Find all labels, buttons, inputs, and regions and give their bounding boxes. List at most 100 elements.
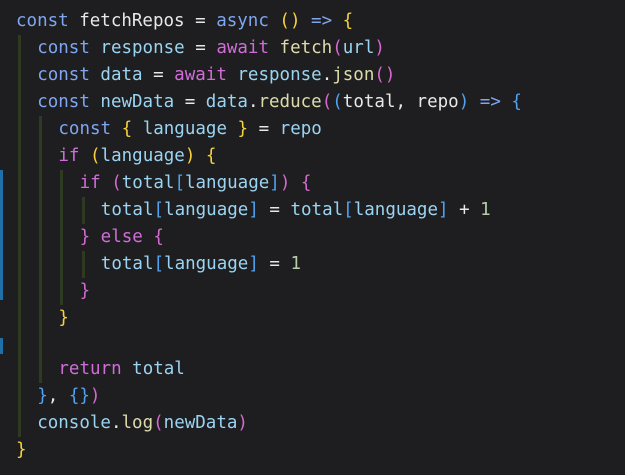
code-line[interactable]: console.log(newData) (37, 410, 248, 436)
code-token: ] (438, 200, 460, 220)
code-line[interactable]: if (total[language]) { (80, 170, 312, 196)
code-token: if (58, 146, 90, 166)
code-token: console (37, 413, 111, 433)
indent-guide (39, 278, 43, 305)
code-token: . (321, 65, 333, 85)
code-token: else (100, 227, 154, 247)
code-line[interactable]: } (16, 437, 27, 463)
code-token: response (237, 65, 322, 85)
code-token: ( (90, 146, 101, 166)
indent-guide (39, 143, 43, 170)
indent-guide (18, 356, 21, 383)
code-token: . (247, 92, 259, 112)
code-token: log (121, 413, 154, 433)
code-token: language (184, 173, 270, 193)
indent-guide (18, 35, 21, 62)
code-token: ) (279, 173, 301, 193)
code-token: async (216, 11, 280, 31)
code-token: fetchRepos (79, 11, 196, 31)
code-line[interactable]: const response = await fetch(url) (37, 35, 385, 61)
code-token: = (195, 11, 217, 31)
code-line[interactable]: return total (58, 356, 184, 382)
code-line[interactable]: } (80, 278, 91, 304)
code-token: ) (237, 413, 248, 433)
indent-guide (18, 89, 21, 116)
code-token: ( (153, 413, 164, 433)
code-token: { (511, 92, 522, 112)
code-token: language (100, 146, 185, 166)
code-token: ] (248, 200, 270, 220)
code-line[interactable]: }, {}) (37, 383, 100, 409)
code-line[interactable]: total[language] = 1 (101, 251, 301, 277)
code-line[interactable]: } (58, 305, 69, 331)
code-token: const (58, 119, 122, 139)
indent-guide (60, 278, 64, 305)
code-line[interactable]: } else { (80, 224, 164, 250)
indent-guide (39, 356, 43, 383)
indent-guide (39, 116, 43, 143)
code-token: response (100, 38, 196, 58)
code-token: ( (321, 92, 333, 112)
code-token: = (195, 38, 217, 58)
code-token: ( (332, 38, 343, 58)
code-token: { (153, 227, 164, 247)
code-token: total (121, 173, 175, 193)
code-token: {} (68, 386, 90, 406)
code-token: 1 (480, 200, 491, 220)
indent-guide (81, 251, 85, 278)
code-token: [ (153, 254, 165, 274)
indent-guide (60, 251, 64, 278)
code-token: fetch (279, 38, 333, 58)
indent-guide (81, 197, 85, 224)
code-line[interactable]: const newData = data.reduce((total, repo… (37, 89, 522, 115)
code-token: ] (269, 173, 280, 193)
code-token: + (459, 200, 481, 220)
git-change-marker (0, 170, 3, 300)
code-token: { (205, 146, 217, 166)
code-token: ) (458, 92, 480, 112)
code-token: } (16, 440, 27, 460)
code-token: = (269, 200, 291, 220)
code-token: } (79, 227, 101, 247)
code-token: total (132, 359, 185, 379)
code-token: ) (89, 386, 101, 406)
code-token: } (37, 386, 48, 406)
code-line[interactable]: if (language) { (58, 143, 216, 169)
code-token: [ (153, 200, 165, 220)
code-line[interactable]: const data = await response.json() (37, 62, 395, 88)
code-token: await (174, 65, 238, 85)
code-token: newData (163, 413, 238, 433)
code-token: total (290, 200, 344, 220)
indent-guide (18, 251, 21, 278)
code-token: ) (374, 38, 385, 58)
code-token: newData (100, 92, 185, 112)
code-line[interactable]: const { language } = repo (58, 116, 321, 142)
code-token: => (479, 92, 512, 112)
code-token: ( (332, 92, 343, 112)
code-line[interactable]: total[language] = total[language] + 1 (101, 197, 491, 223)
indent-guide (18, 410, 21, 437)
indent-guide (39, 330, 43, 357)
code-line[interactable]: const fetchRepos = async () => { (16, 8, 353, 34)
code-token: language (164, 254, 249, 274)
code-editor[interactable]: const fetchRepos = async () => {const re… (0, 0, 625, 475)
git-change-marker (0, 338, 3, 354)
code-token: if (79, 173, 112, 193)
indent-guide (18, 278, 21, 305)
code-token: () (374, 65, 396, 85)
code-token: { (342, 11, 354, 31)
code-token: } (79, 281, 91, 301)
code-token: language (164, 200, 249, 220)
indent-guide (39, 224, 43, 251)
indent-guide (18, 224, 21, 251)
code-token: language (353, 200, 439, 220)
code-token: await (216, 38, 280, 58)
code-token: 1 (290, 254, 302, 274)
indent-guide (18, 143, 21, 170)
code-token: total (100, 200, 154, 220)
indent-guide (60, 197, 64, 224)
code-token: ) (184, 146, 206, 166)
indent-guide (18, 197, 21, 224)
code-token: , (47, 386, 69, 406)
indent-guide (18, 170, 21, 197)
